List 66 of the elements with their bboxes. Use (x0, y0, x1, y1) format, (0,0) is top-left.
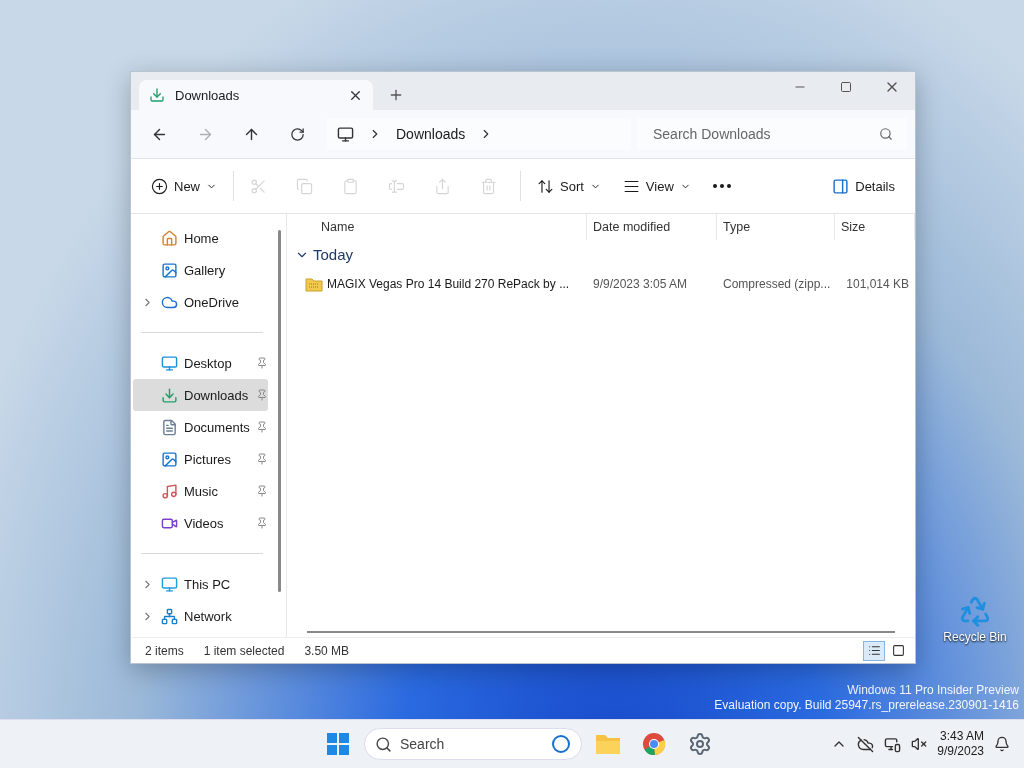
column-header[interactable]: Name (287, 214, 587, 240)
refresh-icon (289, 126, 305, 142)
document-icon (161, 418, 178, 436)
download-icon (161, 386, 178, 404)
panel-icon (832, 177, 850, 195)
network-status-icon[interactable] (884, 735, 902, 753)
window-tab[interactable]: Downloads (139, 80, 373, 110)
details-view-icon (867, 644, 881, 657)
search-icon (375, 735, 392, 753)
new-button[interactable]: New (143, 168, 225, 204)
search-field[interactable]: Search Downloads (637, 118, 907, 150)
sidebar-item[interactable]: Videos (133, 507, 268, 539)
sidebar-item[interactable]: Music (133, 475, 268, 507)
maximize-icon (840, 81, 852, 93)
column-header[interactable]: Size (835, 214, 915, 240)
address-bar[interactable]: Downloads (327, 118, 631, 150)
volume-muted-icon[interactable] (911, 736, 928, 752)
plus-icon (388, 87, 404, 103)
notification-icon[interactable] (994, 736, 1010, 752)
picture-icon (161, 261, 178, 279)
browser-icon (642, 732, 666, 756)
column-header[interactable]: Type (717, 214, 835, 240)
sidebar-item[interactable]: OneDrive (133, 286, 268, 318)
evaluation-notice: Windows 11 Pro Insider Preview (846, 683, 1019, 698)
column-header[interactable]: Date modified (587, 214, 717, 240)
evaluation-notice: Evaluation copy. Build 25947.rs_prerelease.230901-1416 (714, 698, 1019, 713)
sidebar-item[interactable]: This PC (133, 568, 268, 600)
type-cell-text: Compressed (zipp... (722, 277, 832, 291)
home-icon (161, 229, 178, 247)
size-cell-text: 101,014 KB (845, 277, 910, 291)
file-name[interactable]: MAGIX Vegas Pro 14 Build 270 RePack by ... (287, 276, 587, 292)
item-count: 2 items (145, 643, 184, 658)
details-view-button[interactable] (863, 640, 885, 661)
date-cell-text: 9/9/2023 3:05 AM (592, 277, 689, 291)
folder-icon (595, 733, 621, 755)
sidebar-item[interactable]: Downloads (133, 379, 268, 411)
clock[interactable]: 3:43 AM 9/9/2023 (937, 729, 984, 759)
picture-icon (161, 450, 178, 468)
cloud-off-icon[interactable] (857, 735, 875, 753)
monitor-icon (337, 125, 354, 143)
download-icon (149, 87, 165, 103)
tiles-view-icon (891, 644, 905, 657)
sidebar-item[interactable]: Home (133, 222, 268, 254)
details-pane-button[interactable]: Details (824, 168, 903, 204)
view-button[interactable]: View (614, 168, 699, 204)
windows-logo (327, 733, 349, 755)
gear-icon (688, 732, 712, 756)
sidebar-item[interactable]: Documents (133, 411, 268, 443)
sidebar-item[interactable]: Desktop (133, 347, 268, 379)
recycle-bin-icon (958, 594, 992, 628)
sidebar-item[interactable]: Network (133, 600, 268, 632)
search-icon (879, 127, 893, 141)
zip-folder-icon (305, 276, 323, 292)
breadcrumb[interactable]: Downloads (396, 126, 466, 142)
selection-info: 1 item selected (203, 643, 285, 658)
sidebar-item[interactable]: Gallery (133, 254, 268, 286)
monitor-icon (161, 354, 178, 372)
group-header[interactable]: Today (287, 240, 915, 263)
tab-title: Downloads (175, 87, 241, 103)
taskbar-search-field[interactable]: Search (364, 728, 582, 760)
selection-size: 3.50 MB (304, 643, 350, 658)
monitor-icon (161, 575, 178, 593)
music-icon (161, 482, 178, 500)
sidebar-item[interactable]: Pictures (133, 443, 268, 475)
network-icon (161, 607, 178, 625)
sort-button[interactable]: Sort (529, 168, 609, 204)
